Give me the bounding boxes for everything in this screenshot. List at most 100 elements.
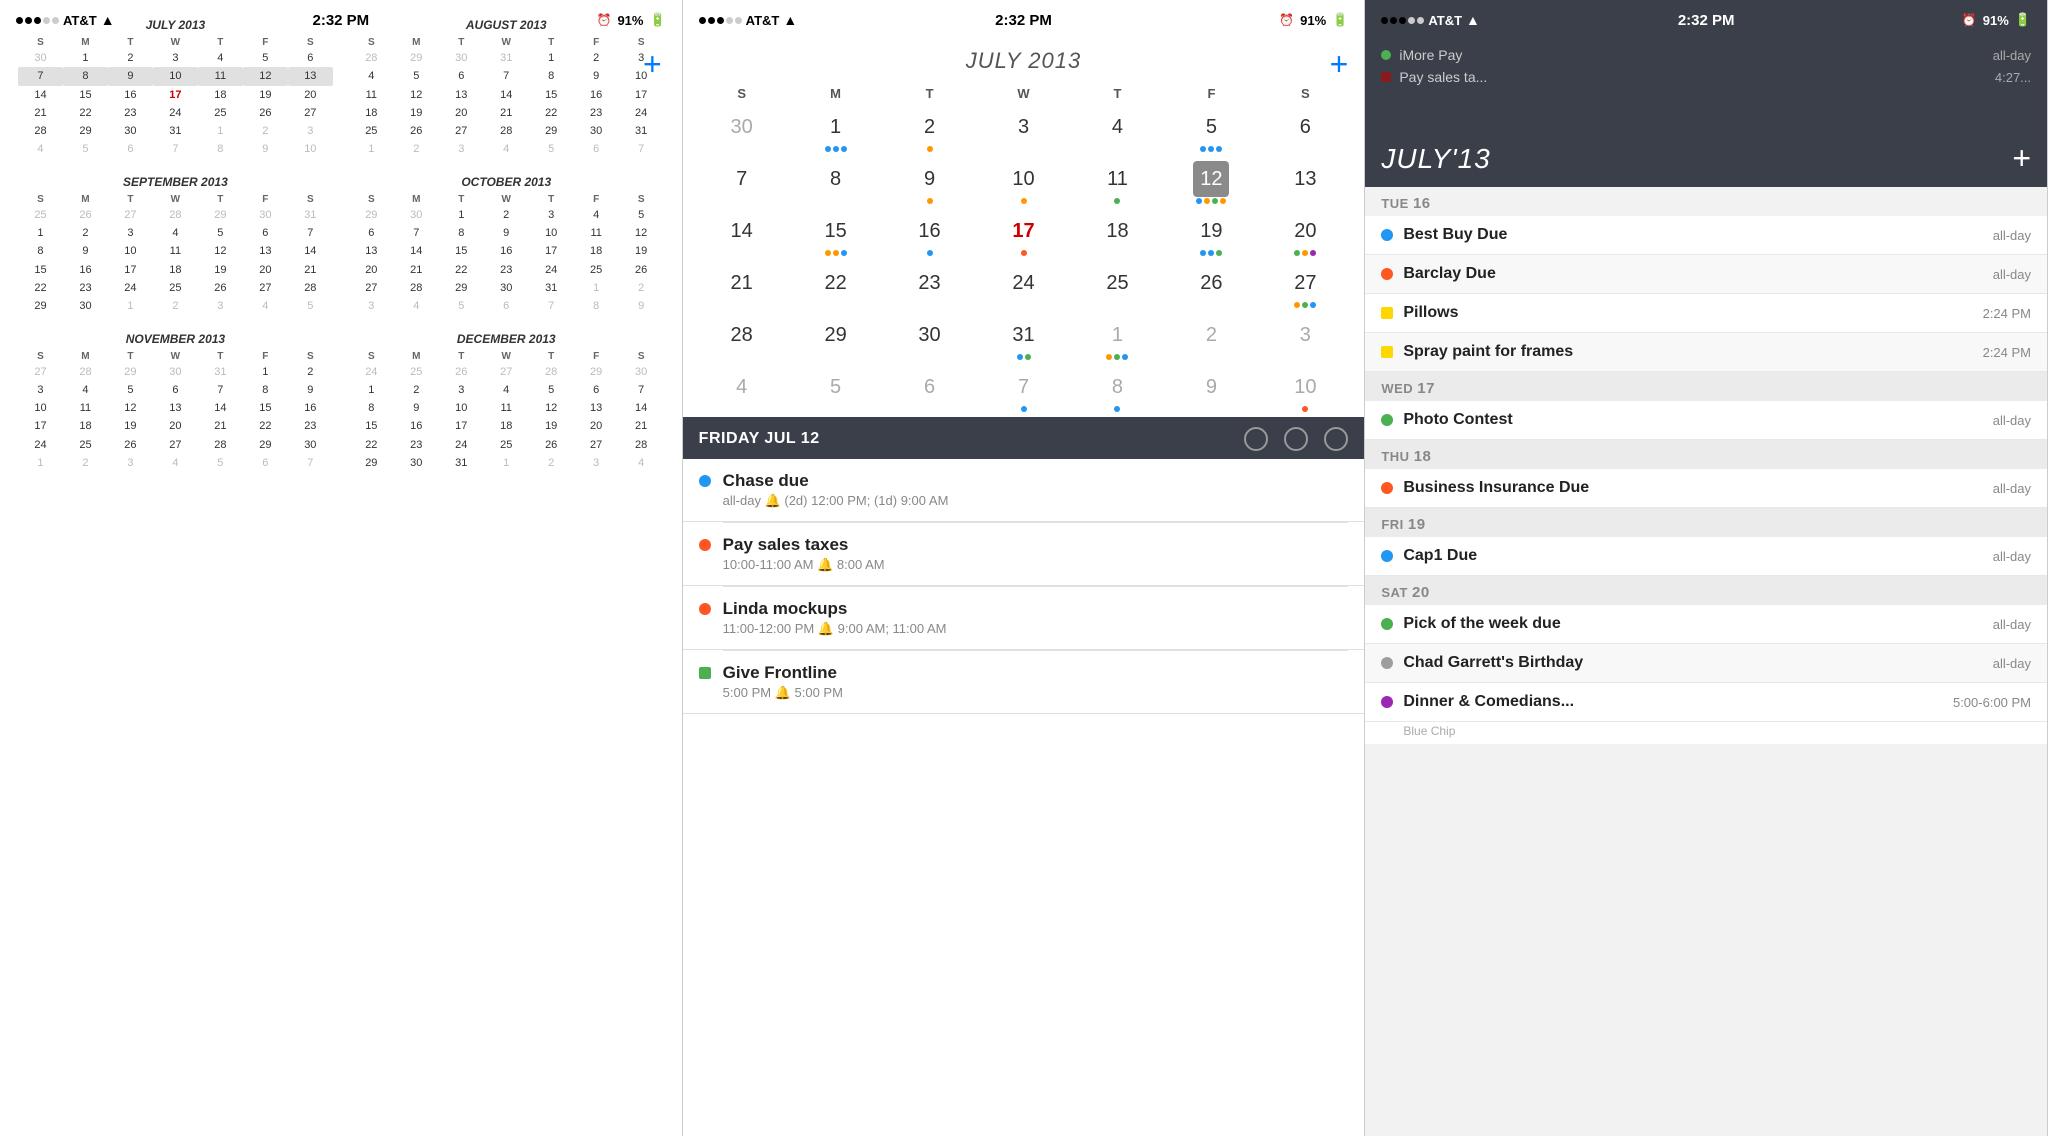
cal-day[interactable]: 2 — [1164, 313, 1258, 365]
cal-day[interactable]: 2 — [883, 105, 977, 157]
agenda-view-panel: AT&T ▲ 2:32 PM ⏰ 91% 🔋 iMore Pay all-day… — [1365, 0, 2048, 1136]
event-title-frontline: Give Frontline — [723, 663, 1349, 683]
mini-cal-grid-december: SMTWTFS 24252627282930 1234567 891011121… — [349, 350, 664, 473]
agenda-event-bestbuy[interactable]: Best Buy Due all-day — [1365, 216, 2047, 255]
mini-cal-title-september: SEPTEMBER 2013 — [18, 175, 333, 189]
cal-day[interactable]: 14 — [695, 209, 789, 261]
cal-day[interactable]: 31 — [977, 313, 1071, 365]
agenda-above-item-imore[interactable]: iMore Pay all-day — [1381, 44, 2031, 66]
day-num-17: 17 — [1417, 380, 1435, 397]
cal-day[interactable]: 3 — [1258, 313, 1352, 365]
agenda-event-dinner[interactable]: Dinner & Comedians... 5:00-6:00 PM — [1365, 683, 2047, 722]
cal-day[interactable]: 5 — [789, 365, 883, 417]
paysales-title: Pay sales ta... — [1399, 69, 1487, 85]
cal-day[interactable]: 30 — [695, 105, 789, 157]
battery-icon: 🔋 — [649, 12, 665, 28]
cal-day[interactable]: 21 — [695, 261, 789, 313]
cal-day[interactable]: 24 — [977, 261, 1071, 313]
cal-day[interactable]: 29 — [789, 313, 883, 365]
cal-day[interactable]: 6 — [883, 365, 977, 417]
barclay-time: all-day — [1993, 267, 2031, 282]
cal-day[interactable]: 30 — [883, 313, 977, 365]
agenda-event-cap1[interactable]: Cap1 Due all-day — [1365, 537, 2047, 576]
cal-day[interactable]: 9 — [1164, 365, 1258, 417]
status-right-p3: ⏰ 91% 🔋 — [1962, 12, 2031, 28]
cal-day[interactable]: 9 — [883, 157, 977, 209]
cal-day[interactable]: 6 — [1258, 105, 1352, 157]
cal-day[interactable]: 20 — [1258, 209, 1352, 261]
agenda-event-pillows[interactable]: Pillows 2:24 PM — [1365, 294, 2047, 333]
battery-pct: 91% — [617, 13, 643, 28]
dinner-time: 5:00-6:00 PM — [1953, 695, 2031, 710]
cal-day[interactable]: 4 — [695, 365, 789, 417]
agenda-above-item-paysales[interactable]: Pay sales ta... 4:27... — [1381, 66, 2031, 88]
cal-day[interactable]: 25 — [1070, 261, 1164, 313]
event-item-linda[interactable]: Linda mockups 11:00-12:00 PM 🔔 9:00 AM; … — [683, 587, 1365, 650]
agenda-event-insurance[interactable]: Business Insurance Due all-day — [1365, 469, 2047, 508]
mini-cal-grid-july: SMTWTFS 30123456 78910111213 14151617181… — [18, 36, 333, 159]
insurance-title: Business Insurance Due — [1403, 479, 1982, 497]
status-left: AT&T ▲ — [16, 12, 115, 28]
day-label-tue: TUE — [1381, 196, 1413, 211]
month-add-button[interactable]: + — [1330, 46, 1349, 83]
agenda-event-pick[interactable]: Pick of the week due all-day — [1365, 605, 2047, 644]
status-bar-panel2: AT&T ▲ 2:32 PM ⏰ 91% 🔋 — [683, 0, 1365, 40]
status-bar-panel1: AT&T ▲ 2:32 PM ⏰ 91% 🔋 — [0, 0, 682, 40]
cal-day[interactable]: 8 — [1070, 365, 1164, 417]
cal-day[interactable]: 19 — [1164, 209, 1258, 261]
cal-day[interactable]: 10 — [977, 157, 1071, 209]
agenda-date-wed17: WED 17 — [1365, 372, 2047, 401]
cal-day[interactable]: 3 — [977, 105, 1071, 157]
add-button[interactable]: + — [643, 46, 662, 83]
cal-day[interactable]: 27 — [1258, 261, 1352, 313]
circle-icon-1 — [1244, 427, 1268, 451]
agenda-event-photo[interactable]: Photo Contest all-day — [1365, 401, 2047, 440]
cal-day[interactable]: 16 — [883, 209, 977, 261]
barclay-dot — [1381, 268, 1393, 280]
cal-day[interactable]: 22 — [789, 261, 883, 313]
day-detail-title: FRIDAY JUL 12 — [699, 430, 820, 448]
cal-day[interactable]: 4 — [1070, 105, 1164, 157]
cal-day-selected[interactable]: 12 — [1164, 157, 1258, 209]
cal-day[interactable]: 18 — [1070, 209, 1164, 261]
dinner-title: Dinner & Comedians... — [1403, 693, 1943, 711]
cal-day[interactable]: 1 — [789, 105, 883, 157]
agenda-header: JULY'13 + — [1365, 96, 2047, 187]
event-item-chase[interactable]: Chase due all-day 🔔 (2d) 12:00 PM; (1d) … — [683, 459, 1365, 522]
event-item-sales-tax[interactable]: Pay sales taxes 10:00-11:00 AM 🔔 8:00 AM — [683, 523, 1365, 586]
cal-day[interactable]: 8 — [789, 157, 883, 209]
event-item-frontline[interactable]: Give Frontline 5:00 PM 🔔 5:00 PM — [683, 651, 1365, 714]
agenda-event-spray[interactable]: Spray paint for frames 2:24 PM — [1365, 333, 2047, 372]
cal-day[interactable]: 11 — [1070, 157, 1164, 209]
battery-pct-p2: 91% — [1300, 13, 1326, 28]
dinner-dot — [1381, 696, 1393, 708]
event-title-chase: Chase due — [723, 471, 1349, 491]
cal-day-today[interactable]: 17 — [977, 209, 1071, 261]
cal-day[interactable]: 13 — [1258, 157, 1352, 209]
pillows-dot — [1381, 307, 1393, 319]
col-header-tue: T — [883, 82, 977, 105]
mini-cal-title-december: DECEMBER 2013 — [349, 332, 664, 346]
imore-time: all-day — [1993, 48, 2031, 63]
col-header-sat: S — [1258, 82, 1352, 105]
cal-day[interactable]: 1 — [1070, 313, 1164, 365]
cal-day[interactable]: 15 — [789, 209, 883, 261]
cal-day[interactable]: 23 — [883, 261, 977, 313]
status-left-p2: AT&T ▲ — [699, 12, 798, 28]
mini-cal-title-november: NOVEMBER 2013 — [18, 332, 333, 346]
cal-day[interactable]: 28 — [695, 313, 789, 365]
dinner-subtitle: Blue Chip — [1365, 722, 2047, 744]
pillows-time: 2:24 PM — [1983, 306, 2031, 321]
events-list: Chase due all-day 🔔 (2d) 12:00 PM; (1d) … — [683, 459, 1365, 714]
cal-day[interactable]: 7 — [695, 157, 789, 209]
cal-day[interactable]: 5 — [1164, 105, 1258, 157]
agenda-add-button[interactable]: + — [2012, 140, 2031, 177]
agenda-event-chad[interactable]: Chad Garrett's Birthday all-day — [1365, 644, 2047, 683]
cal-day[interactable]: 7 — [977, 365, 1071, 417]
cal-day[interactable]: 10 — [1258, 365, 1352, 417]
cap1-time: all-day — [1993, 549, 2031, 564]
agenda-event-barclay[interactable]: Barclay Due all-day — [1365, 255, 2047, 294]
signal-strength-p2 — [699, 17, 742, 24]
cal-day[interactable]: 26 — [1164, 261, 1258, 313]
cap1-dot — [1381, 550, 1393, 562]
